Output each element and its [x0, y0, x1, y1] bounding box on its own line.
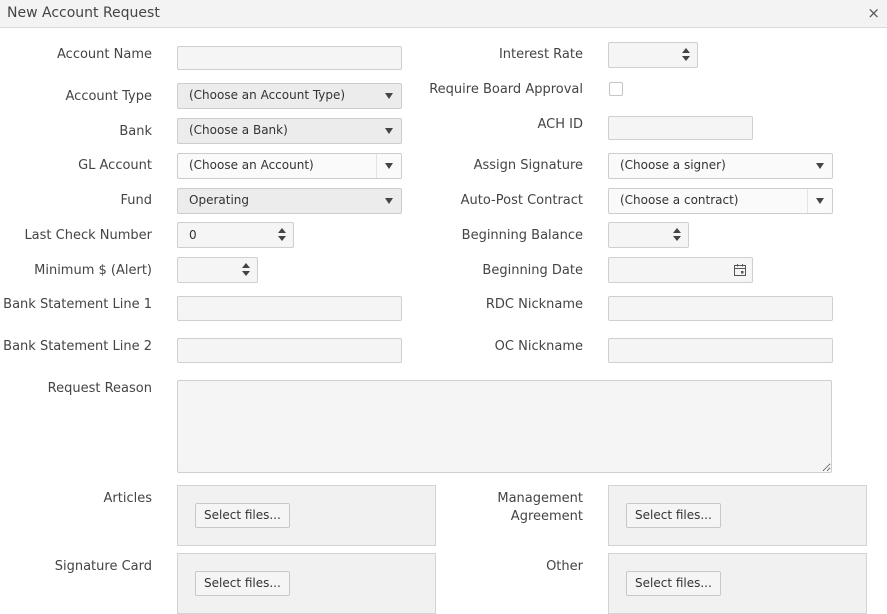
signature-card-label: Signature Card: [54, 559, 152, 574]
dialog-titlebar: New Account Request ×: [0, 0, 887, 28]
caret-down-icon: [385, 198, 393, 204]
request-reason-textarea[interactable]: [177, 380, 832, 473]
caret-down-icon: [385, 163, 393, 169]
interest-rate-spinner[interactable]: [608, 42, 698, 68]
select-divider: [376, 154, 377, 178]
last-check-number-label: Last Check Number: [24, 228, 152, 243]
last-check-number-value: 0: [189, 228, 197, 242]
bank-value: (Choose a Bank): [189, 123, 288, 137]
assign-signature-value: (Choose a signer): [620, 158, 726, 172]
other-select-files-button[interactable]: Select files...: [626, 571, 721, 596]
caret-down-icon: [385, 128, 393, 134]
fund-label: Fund: [120, 193, 153, 208]
beginning-date-label: Beginning Date: [482, 263, 583, 278]
articles-label: Articles: [103, 491, 152, 506]
bank-statement-line-1-input[interactable]: [177, 296, 402, 321]
account-name-input[interactable]: [177, 46, 402, 70]
spinner-arrows-icon[interactable]: [682, 47, 690, 63]
beginning-date-input[interactable]: [608, 257, 753, 283]
close-icon[interactable]: ×: [867, 4, 880, 22]
bank-statement-line-2-label: Bank Statement Line 2: [3, 339, 152, 354]
signature-card-select-files-button[interactable]: Select files...: [195, 571, 290, 596]
account-type-label: Account Type: [65, 89, 152, 104]
account-type-value: (Choose an Account Type): [189, 88, 346, 102]
fund-value: Operating: [189, 193, 249, 207]
management-agreement-dropzone[interactable]: Select files...: [608, 485, 867, 546]
ach-id-label: ACH ID: [537, 117, 584, 132]
caret-down-icon: [385, 93, 393, 99]
gl-account-label: GL Account: [78, 158, 152, 173]
spinner-arrows-icon[interactable]: [278, 227, 286, 243]
assign-signature-label: Assign Signature: [473, 158, 583, 173]
gl-account-select[interactable]: (Choose an Account): [177, 153, 402, 179]
bank-statement-line-1-label: Bank Statement Line 1: [3, 297, 152, 312]
assign-signature-select[interactable]: (Choose a signer): [608, 153, 833, 179]
dialog-title: New Account Request: [7, 5, 160, 21]
calendar-icon[interactable]: [733, 263, 747, 277]
management-agreement-label-line2: Agreement: [510, 509, 583, 524]
minimum-alert-spinner[interactable]: [177, 257, 258, 283]
bank-select[interactable]: (Choose a Bank): [177, 118, 402, 144]
rdc-nickname-input[interactable]: [608, 296, 833, 321]
management-agreement-select-files-button[interactable]: Select files...: [626, 503, 721, 528]
management-agreement-label-line1: Management: [497, 491, 583, 506]
bank-statement-line-2-input[interactable]: [177, 338, 402, 363]
articles-select-files-button[interactable]: Select files...: [195, 503, 290, 528]
spinner-arrows-icon[interactable]: [242, 262, 250, 278]
account-type-select[interactable]: (Choose an Account Type): [177, 83, 402, 109]
request-reason-label: Request Reason: [47, 381, 152, 396]
require-board-approval-checkbox[interactable]: [609, 82, 623, 96]
gl-account-value: (Choose an Account): [189, 158, 314, 172]
articles-dropzone[interactable]: Select files...: [177, 485, 436, 546]
beginning-balance-spinner[interactable]: [608, 222, 689, 248]
oc-nickname-label: OC Nickname: [494, 339, 583, 354]
ach-id-input[interactable]: [608, 116, 753, 140]
fund-select[interactable]: Operating: [177, 188, 402, 214]
other-label: Other: [546, 559, 583, 574]
signature-card-dropzone[interactable]: Select files...: [177, 553, 436, 614]
caret-down-icon: [816, 198, 824, 204]
rdc-nickname-label: RDC Nickname: [485, 297, 583, 312]
oc-nickname-input[interactable]: [608, 338, 833, 363]
auto-post-contract-value: (Choose a contract): [620, 193, 739, 207]
spinner-arrows-icon[interactable]: [673, 227, 681, 243]
beginning-balance-label: Beginning Balance: [461, 228, 583, 243]
auto-post-contract-select[interactable]: (Choose a contract): [608, 188, 833, 214]
last-check-number-spinner[interactable]: 0: [177, 222, 294, 248]
other-dropzone[interactable]: Select files...: [608, 553, 867, 614]
minimum-alert-label: Minimum $ (Alert): [34, 263, 152, 278]
auto-post-contract-label: Auto-Post Contract: [460, 193, 583, 208]
interest-rate-label: Interest Rate: [498, 47, 583, 62]
bank-label: Bank: [119, 124, 152, 139]
select-divider: [807, 189, 808, 213]
caret-down-icon: [816, 163, 824, 169]
account-name-label: Account Name: [57, 47, 152, 62]
require-board-approval-label: Require Board Approval: [429, 82, 583, 97]
